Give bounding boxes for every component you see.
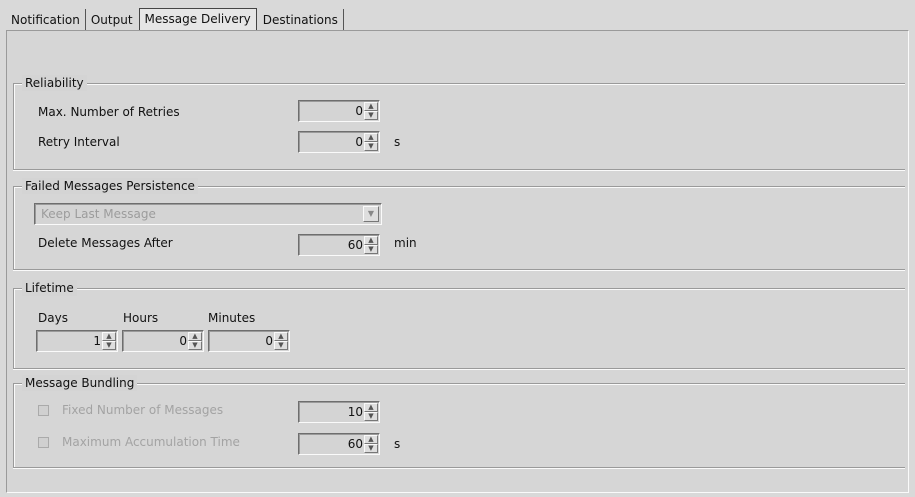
days-label: Days <box>38 311 68 325</box>
spin-up-icon[interactable]: ▲ <box>102 332 116 341</box>
tab-notification[interactable]: Notification <box>6 9 86 30</box>
minutes-spinner[interactable]: 0 ▲ ▼ <box>208 330 290 352</box>
group-border <box>13 368 905 369</box>
max-time-spinner[interactable]: 60 ▲ ▼ <box>298 433 380 455</box>
days-spinner[interactable]: 1 ▲ ▼ <box>36 330 118 352</box>
spin-up-icon[interactable]: ▲ <box>188 332 202 341</box>
group-border <box>13 384 14 468</box>
delete-after-unit: min <box>394 236 417 250</box>
retry-interval-label: Retry Interval <box>38 135 120 149</box>
persistence-mode-dropdown[interactable]: Keep Last Message ▼ <box>34 203 382 225</box>
spin-up-icon[interactable]: ▲ <box>364 236 378 245</box>
spin-buttons[interactable]: ▲ ▼ <box>274 332 288 350</box>
spinner-value: 1 <box>93 334 101 348</box>
max-time-checkbox[interactable] <box>38 437 49 448</box>
group-border <box>13 289 14 369</box>
reliability-group: Reliability <box>13 75 905 170</box>
spin-buttons[interactable]: ▲ ▼ <box>364 435 378 453</box>
tab-output[interactable]: Output <box>86 9 138 30</box>
spin-down-icon[interactable]: ▼ <box>364 412 378 421</box>
spinner-value: 60 <box>347 437 363 451</box>
fixed-count-checkbox[interactable] <box>38 405 49 416</box>
group-title: Failed Messages Persistence <box>22 178 198 194</box>
spin-down-icon[interactable]: ▼ <box>364 444 378 453</box>
spin-up-icon[interactable]: ▲ <box>364 435 378 444</box>
spinner-value: 10 <box>347 405 363 419</box>
group-title: Lifetime <box>22 280 77 296</box>
spin-buttons[interactable]: ▲ ▼ <box>364 102 378 120</box>
group-border <box>13 169 905 170</box>
spin-down-icon[interactable]: ▼ <box>364 142 378 151</box>
max-time-label: Maximum Accumulation Time <box>62 435 240 449</box>
spin-up-icon[interactable]: ▲ <box>364 403 378 412</box>
retry-interval-spinner[interactable]: 0 ▲ ▼ <box>298 131 380 153</box>
spin-buttons[interactable]: ▲ ▼ <box>188 332 202 350</box>
hours-spinner[interactable]: 0 ▲ ▼ <box>122 330 204 352</box>
hours-label: Hours <box>123 311 159 325</box>
tab-message-delivery[interactable]: Message Delivery <box>138 8 257 30</box>
group-border <box>13 187 14 270</box>
spin-buttons[interactable]: ▲ ▼ <box>364 133 378 151</box>
tab-bar: Notification Output Message Delivery Des… <box>6 8 344 30</box>
failed-persistence-group: Failed Messages Persistence <box>13 178 905 270</box>
spinner-value: 0 <box>355 135 363 149</box>
spinner-value: 0 <box>265 334 273 348</box>
dropdown-selected-value: Keep Last Message <box>41 207 156 221</box>
fixed-count-spinner[interactable]: 10 ▲ ▼ <box>298 401 380 423</box>
spin-up-icon[interactable]: ▲ <box>364 133 378 142</box>
spinner-value: 60 <box>347 238 363 252</box>
group-title: Reliability <box>22 75 87 91</box>
lifetime-group: Lifetime <box>13 280 905 369</box>
spinner-value: 0 <box>355 104 363 118</box>
chevron-down-icon[interactable]: ▼ <box>363 206 379 222</box>
spin-buttons[interactable]: ▲ ▼ <box>364 403 378 421</box>
retry-interval-unit: s <box>394 135 401 149</box>
group-title: Message Bundling <box>22 375 138 391</box>
group-border <box>13 467 905 468</box>
tab-destinations[interactable]: Destinations <box>258 9 344 30</box>
spin-up-icon[interactable]: ▲ <box>364 102 378 111</box>
spinner-value: 0 <box>179 334 187 348</box>
minutes-label: Minutes <box>208 311 256 325</box>
spin-down-icon[interactable]: ▼ <box>102 341 116 350</box>
group-border <box>13 84 14 170</box>
spin-down-icon[interactable]: ▼ <box>188 341 202 350</box>
group-border <box>13 269 905 270</box>
delete-after-label: Delete Messages After <box>38 236 173 250</box>
spin-buttons[interactable]: ▲ ▼ <box>364 236 378 254</box>
spin-buttons[interactable]: ▲ ▼ <box>102 332 116 350</box>
spin-down-icon[interactable]: ▼ <box>364 111 378 120</box>
max-retries-label: Max. Number of Retries <box>38 105 180 119</box>
fixed-count-label: Fixed Number of Messages <box>62 403 224 417</box>
max-retries-spinner[interactable]: 0 ▲ ▼ <box>298 100 380 122</box>
bundling-group: Message Bundling <box>13 375 905 468</box>
spin-down-icon[interactable]: ▼ <box>274 341 288 350</box>
spin-down-icon[interactable]: ▼ <box>364 245 378 254</box>
spin-up-icon[interactable]: ▲ <box>274 332 288 341</box>
max-time-unit: s <box>394 437 401 451</box>
delete-after-spinner[interactable]: 60 ▲ ▼ <box>298 234 380 256</box>
